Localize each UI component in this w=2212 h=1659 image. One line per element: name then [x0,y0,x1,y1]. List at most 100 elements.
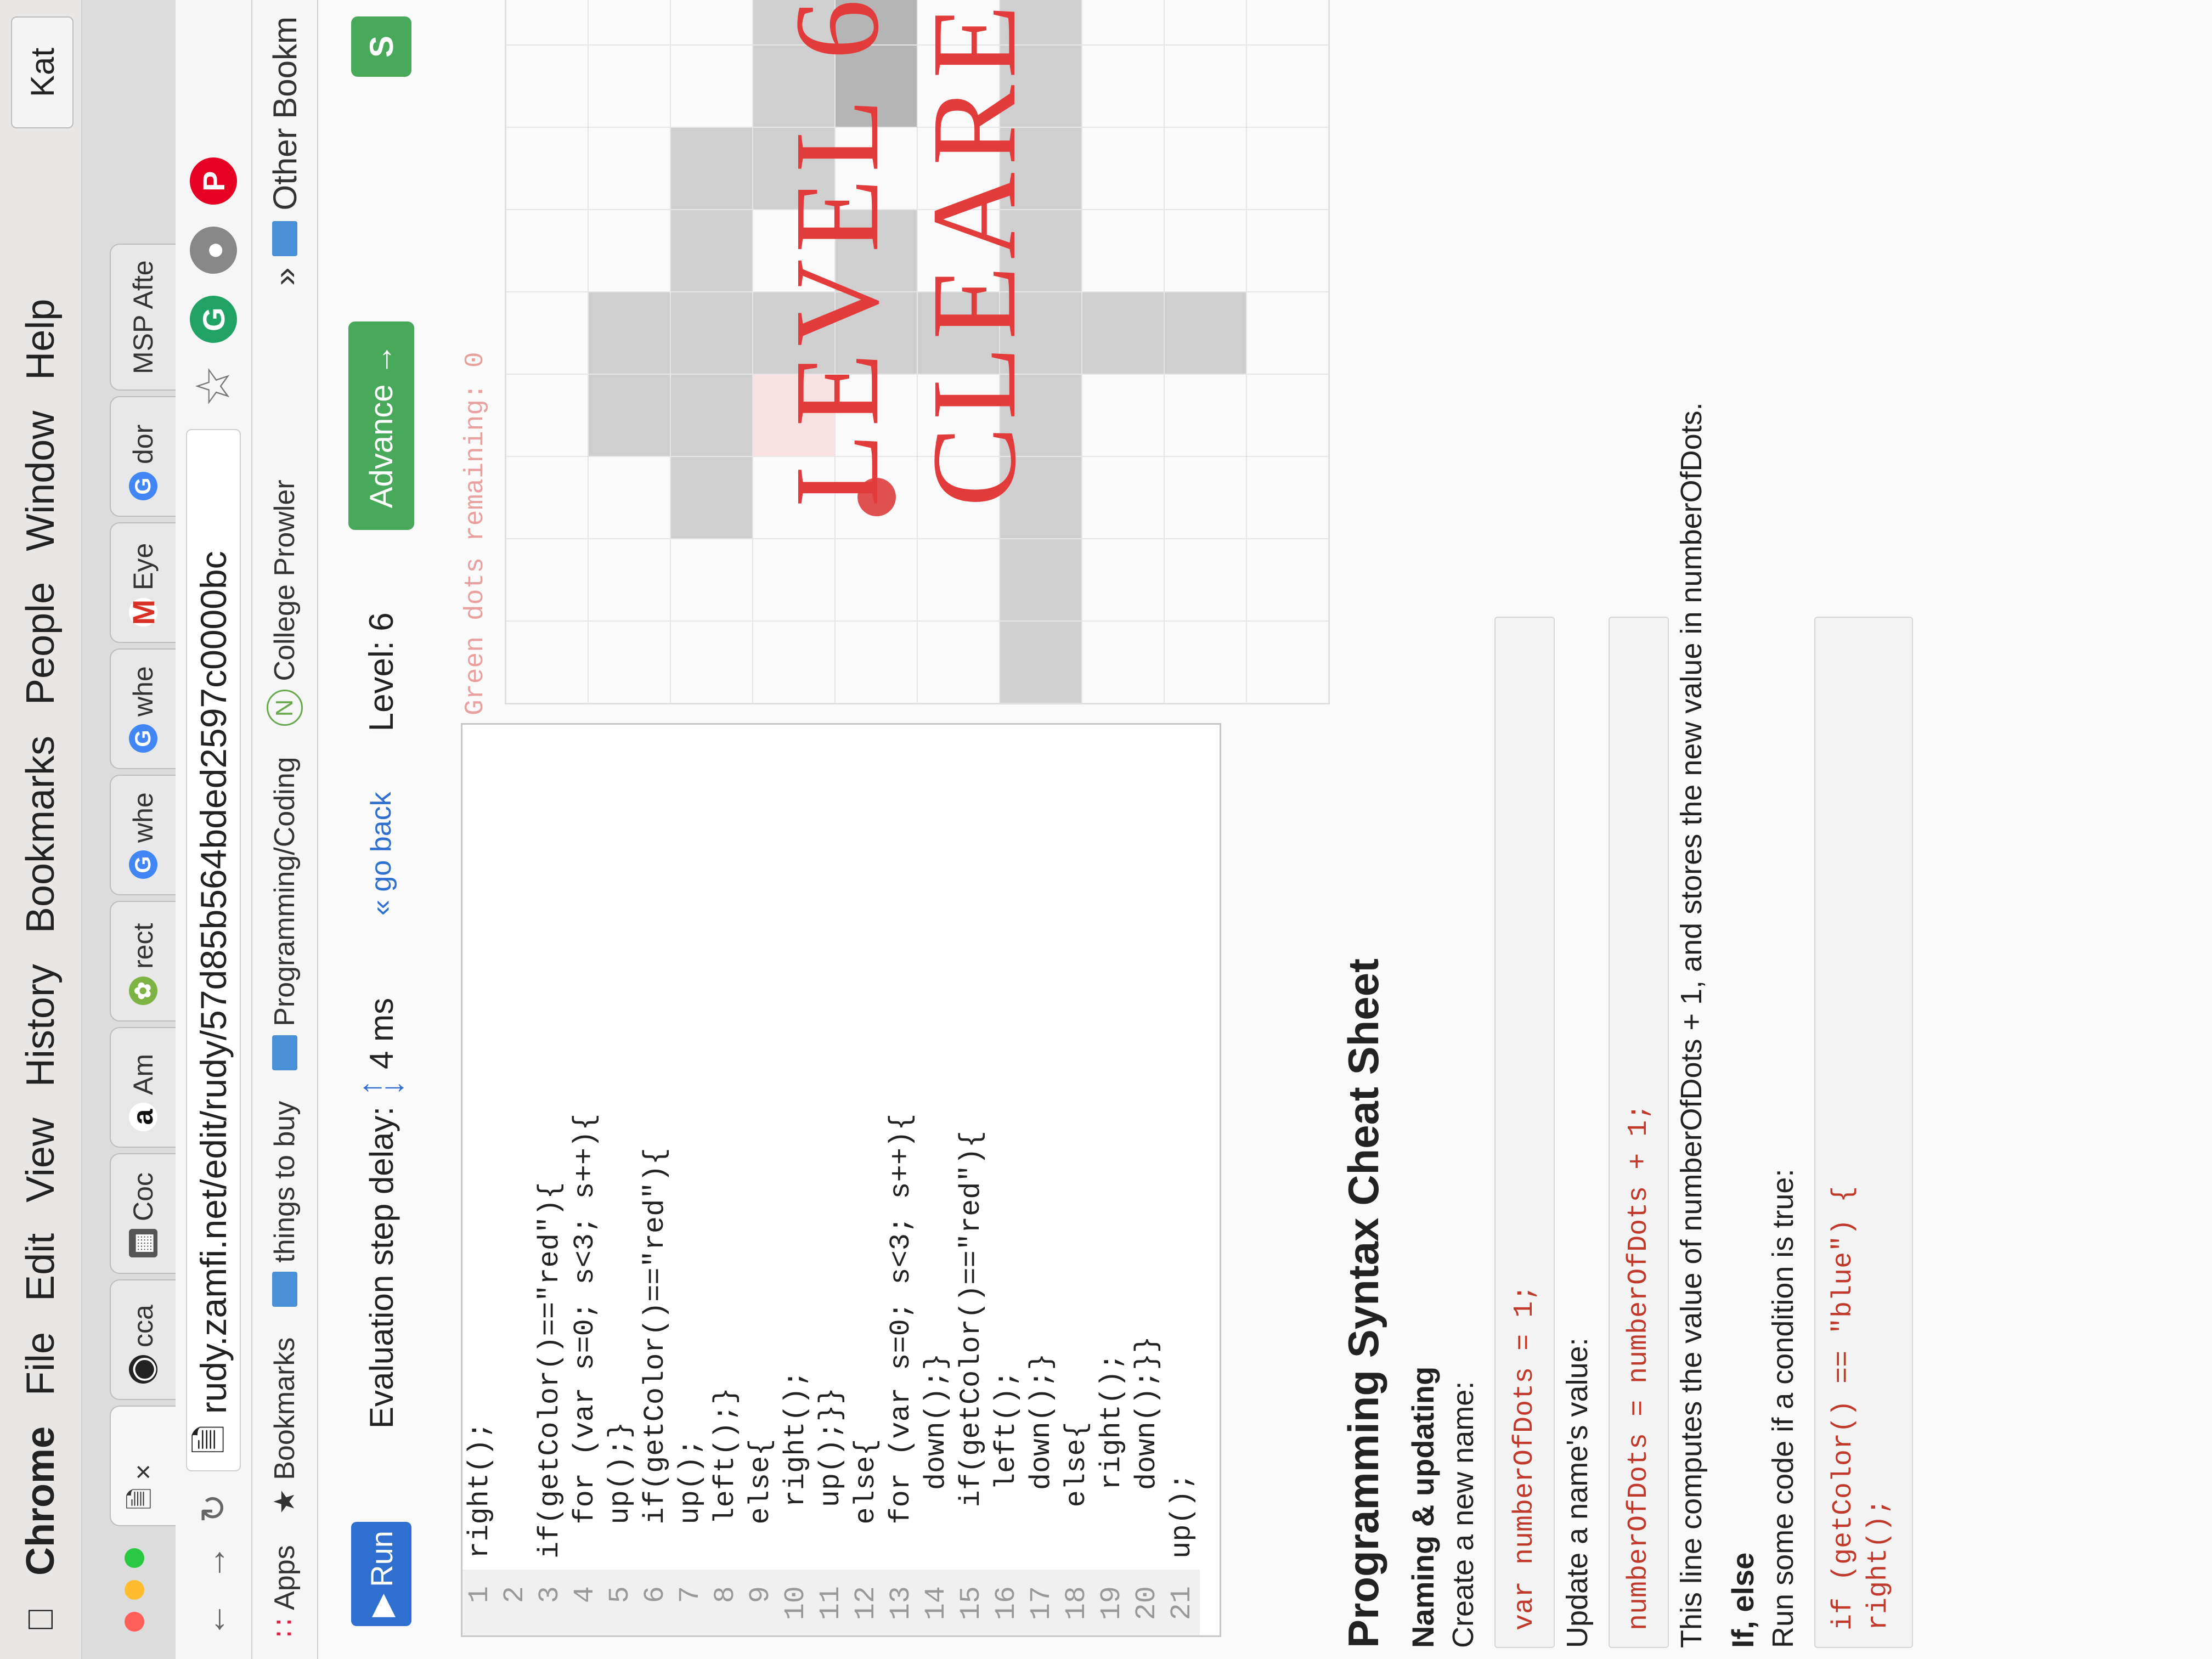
grammarly-icon[interactable]: G [190,296,237,343]
line-number: 21 [1165,1570,1200,1635]
board-cell [588,210,670,292]
line-number: 2 [498,1570,533,1635]
board-cell [1246,539,1329,621]
bookmark-star-icon[interactable]: ☆ [186,365,241,407]
menu-history[interactable]: History [18,964,63,1087]
close-window-icon[interactable] [125,1612,144,1632]
step-delay-control: Evaluation step delay: ↑ ↓ 4 ms [353,998,409,1429]
tab-rect[interactable]: ✿ rect [110,901,176,1022]
advance-button[interactable]: Advance → [348,321,414,531]
tab-amazon[interactable]: a Am [110,1027,176,1148]
other-bookmarks[interactable]: » Other Bookm [266,16,304,286]
tab-msp[interactable]: MSP Afte [110,244,176,391]
minimize-window-icon[interactable] [125,1580,144,1600]
arrow-down-icon[interactable]: ↓ [375,1080,409,1096]
board-cell [588,456,670,539]
menu-window[interactable]: Window [18,411,63,551]
code-line[interactable]: 20 down();}} [1130,725,1165,1635]
tab-google-1[interactable]: G whe [110,775,176,895]
code-line[interactable]: 17 down();} [1024,725,1059,1635]
reload-icon[interactable]: ↻ [193,1493,234,1523]
profile-button[interactable]: Kat [11,16,74,128]
tab-label: dor [128,424,159,464]
bookmark-label: College Prowler [269,479,301,681]
code-editor[interactable]: 1 right(); 2 3 if(getColor()=="red"){4 for (… [461,723,1221,1637]
menu-chrome[interactable]: Chrome [18,1426,63,1576]
line-number: 20 [1130,1570,1165,1635]
code-line[interactable]: 12 else{ [849,725,884,1635]
code-line[interactable]: 19 right(); [1094,725,1130,1635]
menu-file[interactable]: File [18,1332,63,1396]
tab-google-2[interactable]: G whe [110,648,176,769]
line-number: 10 [778,1570,814,1635]
code-line[interactable]: 4 for (var s=0; s<3; s++){ [568,725,603,1635]
go-back-link[interactable]: « go back [365,792,398,916]
bookmarks-shortcut[interactable]: ★ Bookmarks [268,1338,301,1515]
board-cell [1082,539,1164,621]
menu-help[interactable]: Help [18,299,63,380]
code-text: up(); [1166,1472,1198,1559]
code-line[interactable]: 1 right(); [462,725,498,1635]
code-line[interactable]: 21 up(); [1165,725,1200,1635]
board-cell [588,292,670,374]
github-icon: ◯ [129,1355,157,1384]
board-cell [670,456,753,539]
code-line[interactable]: 5 up();} [603,725,638,1635]
apps-shortcut[interactable]: ∷ Apps [268,1545,301,1637]
code-line[interactable]: 18 else{ [1059,725,1094,1635]
side-button[interactable]: S [351,16,411,77]
forward-icon[interactable]: → [193,1545,234,1580]
menu-view[interactable]: View [18,1118,63,1203]
code-line[interactable]: 2 [498,725,533,1635]
board-cell [1246,292,1329,374]
code-line[interactable]: 16 left(); [989,725,1024,1635]
tab-close-icon[interactable]: × [127,1464,159,1480]
pinterest-icon[interactable]: P [190,157,237,205]
zoom-window-icon[interactable] [125,1548,144,1568]
apps-label: Apps [269,1545,301,1610]
bookmark-college-prowler[interactable]: N College Prowler [267,479,303,726]
mac-menu-bar:  Chrome File Edit View History Bookmark… [0,0,82,1659]
code-line[interactable]: 7 up(); [673,725,708,1635]
board-cell [1164,45,1246,127]
tab-current[interactable]: 🗎 × [110,1406,176,1526]
tab-gmail[interactable]: M Eye [110,522,176,643]
board-cell [917,621,1000,703]
menu-edit[interactable]: Edit [18,1233,63,1301]
code-line[interactable]: 11 up();}} [814,725,849,1635]
run-button[interactable]: ▶ Run [351,1522,411,1626]
url-bar[interactable]: 🗎 rudy.zamfi.net/edit/rudy/57d85b564bded… [186,429,241,1472]
line-number: 11 [814,1570,849,1635]
code-line[interactable]: 8 left();} [708,725,743,1635]
tab-github[interactable]: ◯ cca [110,1279,176,1400]
menu-bookmarks[interactable]: Bookmarks [18,736,63,933]
tab-coc[interactable]: ▦ Coc [110,1153,176,1274]
back-icon[interactable]: ← [193,1602,234,1637]
bookmark-programming[interactable]: Programming/Coding [268,757,301,1070]
bookmark-things-to-buy[interactable]: things to buy [268,1101,301,1307]
code-line[interactable]: 9 else{ [743,725,778,1635]
apple-icon[interactable]:  [20,1606,61,1633]
google-icon: G [129,724,157,753]
google-icon: G [129,850,157,879]
board-cell [670,0,753,45]
code-line[interactable]: 14 down();} [919,725,954,1635]
extension-icon[interactable]: ● [190,227,237,274]
code-line[interactable]: 13 for (var s=0; s<3; s++){ [884,725,919,1635]
code-line[interactable]: 10 right(); [778,725,814,1635]
code-text: down();}} [1131,1336,1163,1559]
code-text: down();} [1025,1353,1058,1559]
board-cell [1082,621,1164,703]
board-cell [588,45,670,127]
code-line[interactable]: 15 if(getColor()=="red"){ [954,725,989,1635]
code-line[interactable]: 3 if(getColor()=="red"){ [533,725,568,1635]
delay-stepper[interactable]: ↑ ↓ [353,1080,409,1096]
more-bookmarks-icon[interactable]: » [266,267,304,285]
board-cell [588,621,670,703]
board-cell [1164,621,1246,703]
code-text: for (var s=0; s<3; s++){ [569,1113,601,1559]
tab-google-3[interactable]: G dor [110,396,176,517]
code-line[interactable]: 6 if(getColor()=="red"){ [638,725,673,1635]
menu-people[interactable]: People [18,582,63,705]
line-number: 8 [708,1570,743,1635]
